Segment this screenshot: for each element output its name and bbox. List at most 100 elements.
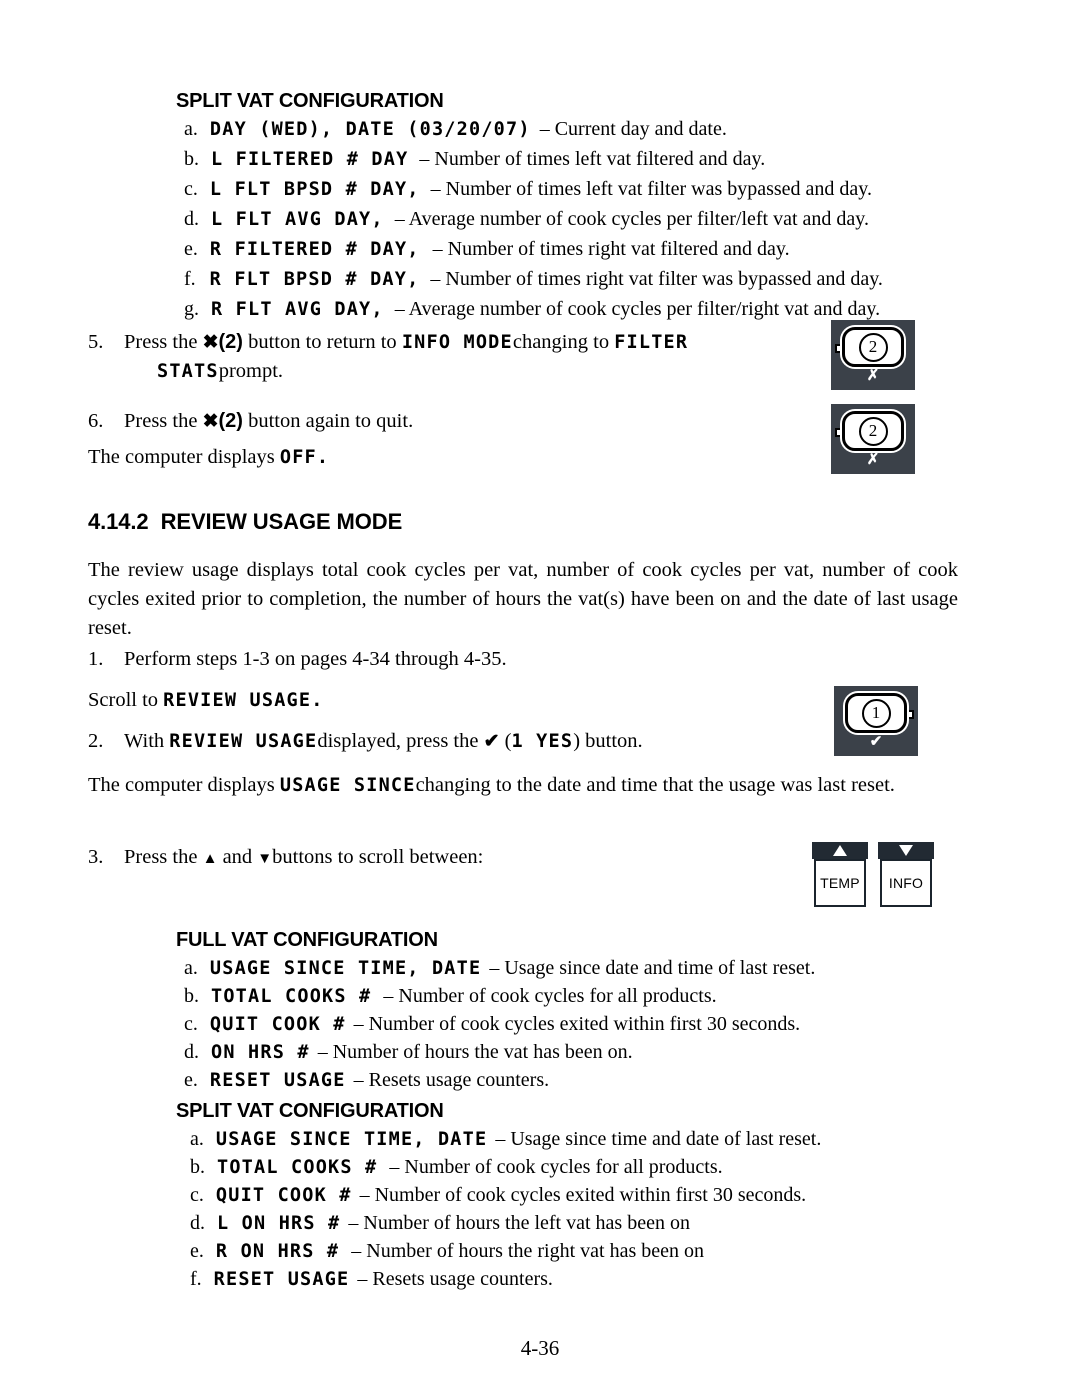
list-item-lcd: L FILTERED # DAY <box>211 149 409 170</box>
key-tab-right <box>906 710 914 719</box>
list-item-lcd: DAY (WED), DATE (03/20/07) <box>209 119 531 140</box>
scroll-to-line: Scroll to REVIEW USAGE. <box>88 686 324 715</box>
step-number: 2. <box>88 730 104 752</box>
paren-close: ) <box>573 730 581 752</box>
list-item-desc: – Number of cook cycles exited within fi… <box>359 1184 807 1206</box>
list-item: c. QUIT COOK # – Number of cook cycles e… <box>190 1184 806 1207</box>
full-vat-configuration-heading: FULL VAT CONFIGURATION <box>176 929 438 951</box>
lcd-stats: STATS <box>157 361 219 382</box>
step-text-a: Press the <box>124 846 198 868</box>
step-text-b: displayed, press the <box>317 730 479 752</box>
lcd-1-yes: 1 YES <box>511 731 574 752</box>
list-item-letter: b. <box>184 148 199 170</box>
list-item: a. USAGE SINCE TIME, DATE – Usage since … <box>184 957 815 980</box>
key-cap: 1 <box>845 693 907 733</box>
info-button-icon[interactable]: INFO <box>878 842 934 909</box>
key-1-button-icon[interactable]: 1 ✔ <box>834 686 918 756</box>
list-item-letter: d. <box>184 208 199 230</box>
list-item-letter: d. <box>190 1212 205 1234</box>
up-triangle-icon: ▲ <box>202 851 218 867</box>
step-number: 5. <box>88 331 104 353</box>
list-item-letter: c. <box>190 1184 204 1206</box>
list-item-lcd: RESET USAGE <box>209 1070 346 1091</box>
off-line-text-a: The computer displays <box>88 446 275 468</box>
down-arrow-icon <box>899 845 913 856</box>
list-item: c. L FLT BPSD # DAY, – Number of times l… <box>184 178 872 201</box>
key-cap: 2 <box>842 327 904 367</box>
list-item-desc: – Number of times right vat filter was b… <box>430 268 883 290</box>
list-item-letter: e. <box>184 238 198 260</box>
list-item-desc: – Number of cook cycles for all products… <box>389 1156 723 1178</box>
step-text-d: prompt. <box>218 360 284 382</box>
list-item-desc: – Average number of cook cycles per filt… <box>394 208 869 230</box>
key-digit: 2 <box>845 330 901 364</box>
step-number: 6. <box>88 410 104 432</box>
step-text: Press the ✖(2) button again to quit. <box>124 407 788 436</box>
list-item-desc: – Number of times left vat filtered and … <box>419 148 766 170</box>
list-item-desc: – Number of cook cycles exited within fi… <box>353 1013 801 1035</box>
list-item-desc: – Number of times right vat filtered and… <box>432 238 790 260</box>
key-2-button-icon-1[interactable]: 2 ✗ <box>831 320 915 390</box>
step-text: With REVIEW USAGEdisplayed, press the ✔ … <box>124 727 828 756</box>
key-sub-glyph-x-icon: ✗ <box>866 451 880 468</box>
lcd-filter: FILTER <box>614 332 689 353</box>
key-sub-glyph-x-icon: ✗ <box>866 367 880 384</box>
key-digit: 2 <box>845 414 901 448</box>
temp-button-label: TEMP <box>814 859 866 907</box>
list-item: c. QUIT COOK # – Number of cook cycles e… <box>184 1013 800 1036</box>
list-item-letter: c. <box>184 178 198 200</box>
list-item: a. USAGE SINCE TIME, DATE – Usage since … <box>190 1128 821 1151</box>
list-item-lcd: R FILTERED # DAY, <box>209 239 420 260</box>
list-item: f. R FLT BPSD # DAY, – Number of times r… <box>184 268 883 291</box>
x-glyph-icon: ✖ <box>202 411 219 432</box>
list-item: f. RESET USAGE – Resets usage counters. <box>190 1268 553 1291</box>
step-number: 3. <box>88 846 104 868</box>
list-item-lcd: ON HRS # <box>211 1042 310 1063</box>
list-item-letter: f. <box>190 1268 202 1290</box>
step-3: 3. Press the ▲ and ▼buttons to scroll be… <box>88 843 788 872</box>
list-item: d. ON HRS # – Number of hours the vat ha… <box>184 1041 633 1064</box>
step-text-b: button again to quit. <box>248 410 414 432</box>
list-item-lcd: USAGE SINCE TIME, DATE <box>215 1129 488 1150</box>
key-2-label: (2) <box>218 410 243 432</box>
lcd-review-usage: REVIEW USAGE. <box>163 690 324 711</box>
list-item-desc: – Current day and date. <box>539 118 727 140</box>
usage-text-b: changing to the date and time that the u… <box>415 774 895 796</box>
lcd-off: OFF. <box>279 447 330 468</box>
split-vat-configuration-heading-top: SPLIT VAT CONFIGURATION <box>176 90 444 112</box>
document-page: SPLIT VAT CONFIGURATION a. DAY (WED), DA… <box>0 0 1080 1397</box>
list-item-letter: c. <box>184 1013 198 1035</box>
lcd-info-mode: INFO MODE <box>401 332 513 353</box>
list-item-letter: a. <box>184 957 198 979</box>
temp-button-icon[interactable]: TEMP <box>812 842 868 909</box>
key-2-button-icon-2[interactable]: 2 ✗ <box>831 404 915 474</box>
list-item-lcd: QUIT COOK # <box>209 1014 346 1035</box>
list-item-letter: a. <box>184 118 198 140</box>
list-item-desc: – Average number of cook cycles per filt… <box>394 298 881 320</box>
list-item-letter: e. <box>184 1069 198 1091</box>
info-arrow-header <box>878 842 934 859</box>
list-item-lcd: USAGE SINCE TIME, DATE <box>209 958 482 979</box>
list-item-lcd: QUIT COOK # <box>215 1185 352 1206</box>
split-vat-configuration-heading-bottom: SPLIT VAT CONFIGURATION <box>176 1100 444 1122</box>
check-glyph-icon: ✔ <box>483 731 500 752</box>
step-text-a: Press the <box>124 331 198 353</box>
step-text-c: buttons to scroll between: <box>272 846 484 868</box>
list-item: a. DAY (WED), DATE (03/20/07) – Current … <box>184 118 727 141</box>
usage-since-line: The computer displays USAGE SINCEchangin… <box>88 771 958 800</box>
scroll-text-a: Scroll to <box>88 689 159 711</box>
section-heading: 4.14.2 REVIEW USAGE MODE <box>88 509 402 535</box>
list-item: e. RESET USAGE – Resets usage counters. <box>184 1069 549 1092</box>
list-item: b. L FILTERED # DAY – Number of times le… <box>184 148 765 171</box>
list-item-lcd: L FLT BPSD # DAY, <box>209 179 420 200</box>
list-item-desc: – Number of cook cycles for all products… <box>383 985 717 1007</box>
step-text-c: changing to <box>512 331 610 353</box>
list-item-desc: – Resets usage counters. <box>357 1268 553 1290</box>
list-item: e. R ON HRS # – Number of hours the righ… <box>190 1240 704 1263</box>
step-text-a: Press the <box>124 410 198 432</box>
list-item-letter: d. <box>184 1041 199 1063</box>
step-text: Press the ▲ and ▼buttons to scroll betwe… <box>124 843 788 872</box>
list-item-desc: – Usage since time and date of last rese… <box>495 1128 822 1150</box>
list-item-letter: b. <box>190 1156 205 1178</box>
list-item: b. TOTAL COOKS # – Number of cook cycles… <box>190 1156 723 1179</box>
